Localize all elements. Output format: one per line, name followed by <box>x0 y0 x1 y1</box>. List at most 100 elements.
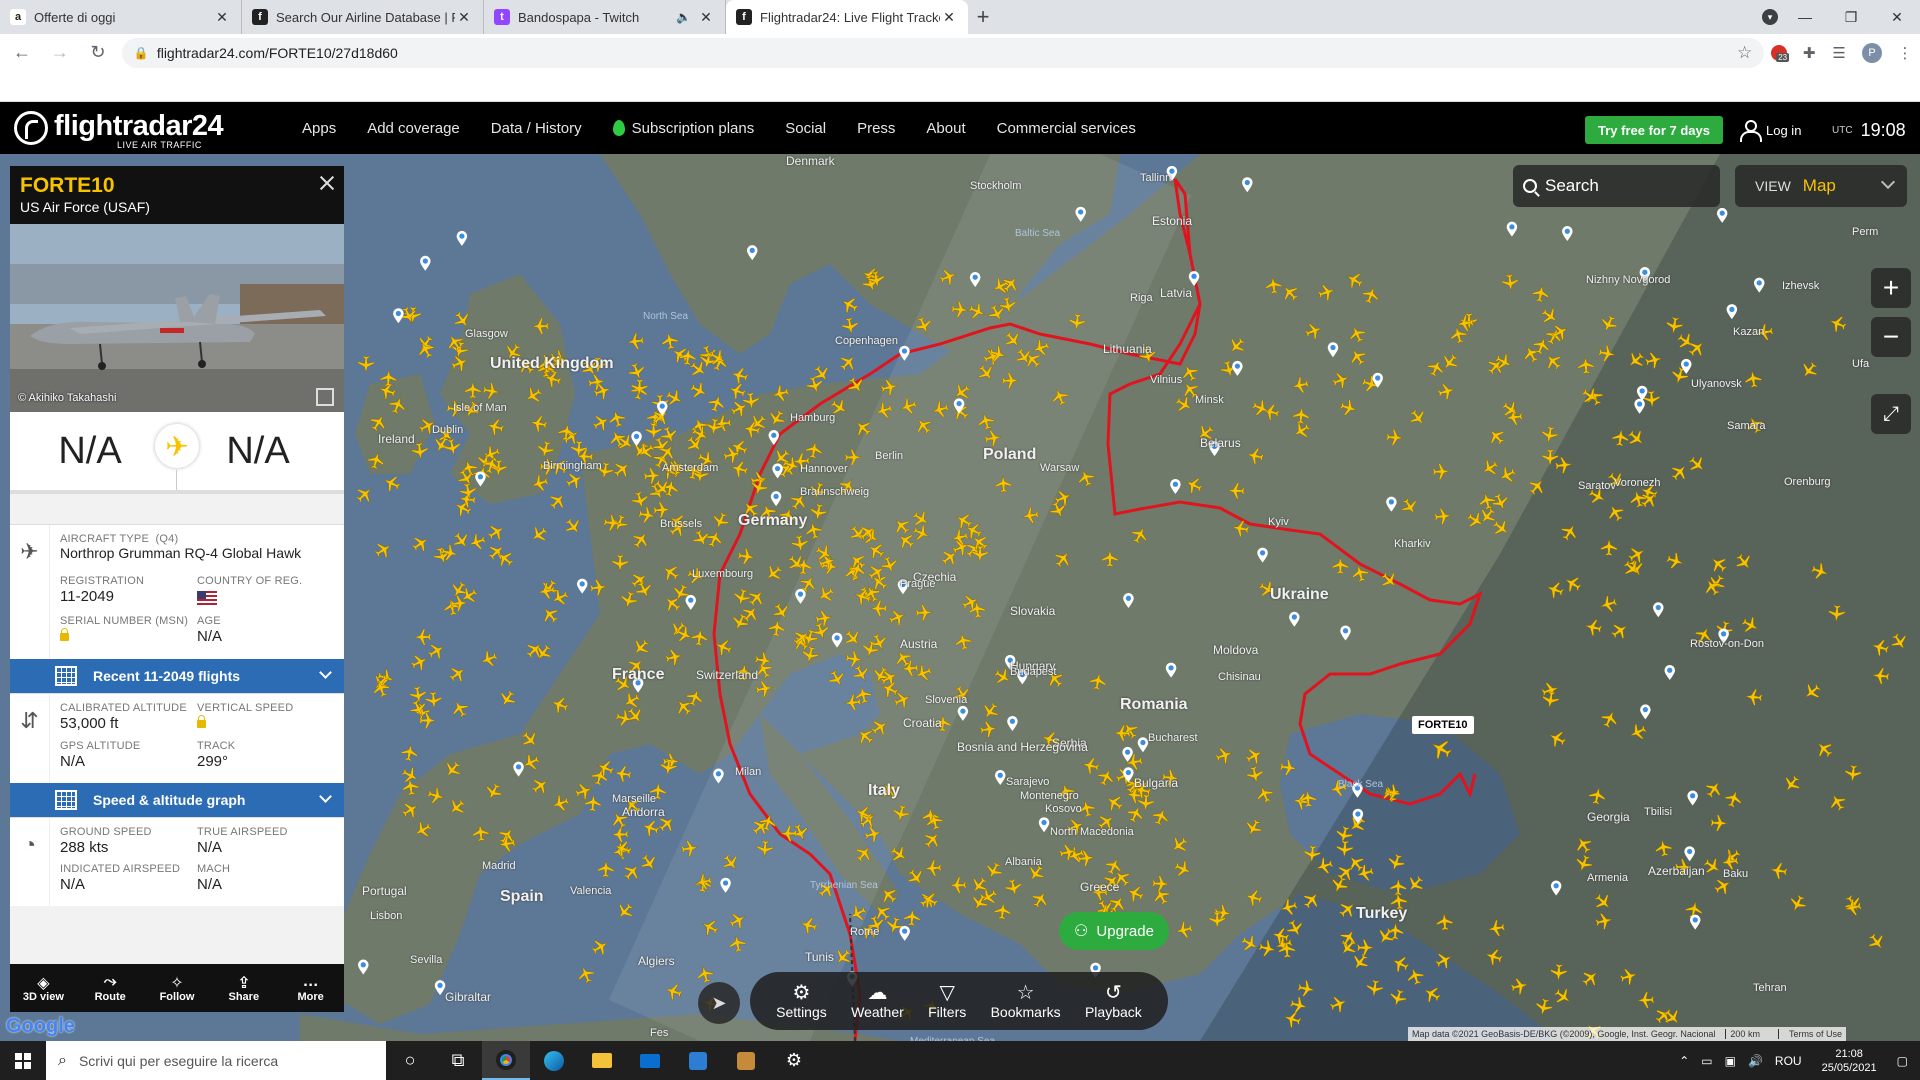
airport-pin-icon[interactable] <box>434 980 446 996</box>
recent-flights-toggle[interactable]: Recent 11-2049 flights <box>10 659 344 693</box>
terms-link[interactable]: Terms of Use <box>1789 1029 1842 1039</box>
file-explorer-icon[interactable] <box>578 1041 626 1080</box>
speaker-icon[interactable]: 🔈 <box>676 10 691 24</box>
task-view-icon[interactable]: ⧉ <box>434 1041 482 1080</box>
airport-pin-icon[interactable] <box>899 925 910 941</box>
aircraft-photo[interactable]: © Akihiko Takahashi <box>10 224 344 412</box>
aircraft-icon[interactable] <box>613 764 633 784</box>
aircraft-icon[interactable] <box>546 489 570 513</box>
address-bar[interactable]: 🔒 flightradar24.com/FORTE10/27d18d60 ☆ <box>121 37 1765 68</box>
aircraft-icon[interactable] <box>466 531 488 553</box>
bookmarks-button[interactable]: ☆ Bookmarks <box>991 982 1061 1020</box>
aircraft-icon[interactable] <box>477 648 500 670</box>
close-tab-icon[interactable]: ✕ <box>697 9 715 26</box>
view-selector[interactable]: VIEW Map <box>1735 165 1907 207</box>
map-search-button[interactable]: Search <box>1513 165 1720 207</box>
zoom-in-button[interactable]: + <box>1871 268 1911 308</box>
share-button[interactable]: ⇪ Share <box>210 964 277 1012</box>
close-tab-icon[interactable]: ✕ <box>940 9 958 26</box>
aircraft-icon[interactable] <box>425 639 448 663</box>
login-button[interactable]: Log in <box>1740 116 1801 144</box>
aircraft-icon[interactable] <box>659 331 680 351</box>
notifications-icon[interactable]: ▢ <box>1897 1054 1908 1068</box>
aircraft-icon[interactable] <box>592 380 613 402</box>
edge-taskbar-icon[interactable] <box>530 1041 578 1080</box>
reading-list-icon[interactable]: ☰ <box>1824 38 1854 68</box>
restore-icon[interactable]: ❐ <box>1828 0 1874 34</box>
windows-start-icon[interactable] <box>0 1041 46 1080</box>
external-link-icon[interactable] <box>316 388 334 406</box>
volume-icon[interactable]: 🔊 <box>1748 1054 1763 1068</box>
browser-tab-flightradar24[interactable]: f Flightradar24: Live Flight Tracker ✕ <box>726 0 968 34</box>
locate-me-arrow-icon[interactable]: ➤ <box>698 982 740 1024</box>
aircraft-icon[interactable] <box>706 392 728 414</box>
nav-about[interactable]: About <box>926 120 965 137</box>
aircraft-icon[interactable] <box>371 538 395 562</box>
aircraft-icon[interactable] <box>840 316 860 336</box>
aircraft-icon[interactable] <box>409 532 433 556</box>
extension-adblock-icon[interactable]: 23 <box>1764 38 1794 68</box>
nav-social[interactable]: Social <box>785 120 826 137</box>
photo-credit[interactable]: © Akihiko Takahashi <box>18 392 116 404</box>
input-language[interactable]: ROU <box>1775 1054 1802 1068</box>
zoom-out-button[interactable]: − <box>1871 317 1911 357</box>
aircraft-icon[interactable] <box>639 817 661 839</box>
minimize-icon[interactable]: — <box>1782 0 1828 34</box>
aircraft-icon[interactable] <box>687 379 711 402</box>
reload-icon[interactable]: ↻ <box>82 37 114 69</box>
chevron-up-icon[interactable]: ⌃ <box>1679 1054 1689 1068</box>
aircraft-icon[interactable] <box>352 482 377 507</box>
app-taskbar-icon[interactable] <box>722 1041 770 1080</box>
aircraft-icon[interactable] <box>726 380 748 402</box>
lock-icon[interactable]: 🔒 <box>134 46 149 60</box>
chrome-taskbar-icon[interactable] <box>482 1041 530 1080</box>
aircraft-icon[interactable] <box>408 685 428 705</box>
aircraft-icon[interactable] <box>536 581 557 601</box>
aircraft-icon[interactable] <box>357 355 375 373</box>
aircraft-icon[interactable] <box>380 472 403 495</box>
nav-subscription-plans[interactable]: Subscription plans <box>612 120 754 137</box>
nav-add-coverage[interactable]: Add coverage <box>367 120 460 137</box>
display-icon[interactable]: ▣ <box>1725 1054 1736 1068</box>
aircraft-icon[interactable] <box>522 638 547 662</box>
mail-icon[interactable] <box>626 1041 674 1080</box>
aircraft-icon[interactable] <box>611 825 629 843</box>
fullscreen-expand-icon[interactable]: ⤢ <box>1871 394 1911 434</box>
cortana-circle-icon[interactable]: ○ <box>386 1041 434 1080</box>
aircraft-icon[interactable] <box>626 360 648 383</box>
premium-lock-icon[interactable] <box>197 715 206 728</box>
aircraft-icon[interactable] <box>527 523 551 547</box>
speed-altitude-graph-toggle[interactable]: Speed & altitude graph <box>10 783 344 817</box>
airport-pin-icon[interactable] <box>576 578 588 594</box>
nav-data-history[interactable]: Data / History <box>491 120 582 137</box>
aircraft-icon[interactable] <box>424 691 443 710</box>
aircraft-icon[interactable] <box>561 515 585 539</box>
profile-avatar[interactable]: P <box>1862 42 1883 63</box>
aircraft-icon[interactable] <box>597 860 615 878</box>
aircraft-icon[interactable] <box>538 603 562 627</box>
tab-search-chevron-icon[interactable]: ▾ <box>1762 9 1778 25</box>
route-button[interactable]: ⤳ Route <box>77 964 144 1012</box>
aircraft-icon[interactable] <box>836 350 860 375</box>
weather-button[interactable]: ☁ Weather <box>851 982 904 1020</box>
aircraft-icon[interactable] <box>563 469 586 492</box>
aircraft-icon[interactable] <box>838 293 861 317</box>
aircraft-icon[interactable] <box>620 860 644 884</box>
aircraft-icon[interactable] <box>613 899 637 924</box>
aircraft-icon[interactable] <box>903 908 921 927</box>
aircraft-icon[interactable] <box>606 408 628 429</box>
settings-gear-icon[interactable]: ⚙ <box>770 1041 818 1080</box>
store-icon[interactable] <box>674 1041 722 1080</box>
aircraft-icon[interactable] <box>637 851 661 875</box>
aircraft-icon[interactable] <box>408 651 431 674</box>
aircraft-icon[interactable] <box>399 743 420 763</box>
close-tab-icon[interactable]: ✕ <box>213 9 231 26</box>
airport-pin-icon[interactable] <box>393 308 404 324</box>
follow-button[interactable]: ✧ Follow <box>144 964 211 1012</box>
new-tab-plus-icon[interactable]: + <box>968 0 998 34</box>
airport-pin-icon[interactable] <box>420 255 431 271</box>
aircraft-icon[interactable] <box>588 935 612 959</box>
try-free-button[interactable]: Try free for 7 days <box>1585 116 1723 144</box>
aircraft-icon[interactable] <box>531 641 555 665</box>
airport-pin-icon[interactable] <box>456 230 468 246</box>
